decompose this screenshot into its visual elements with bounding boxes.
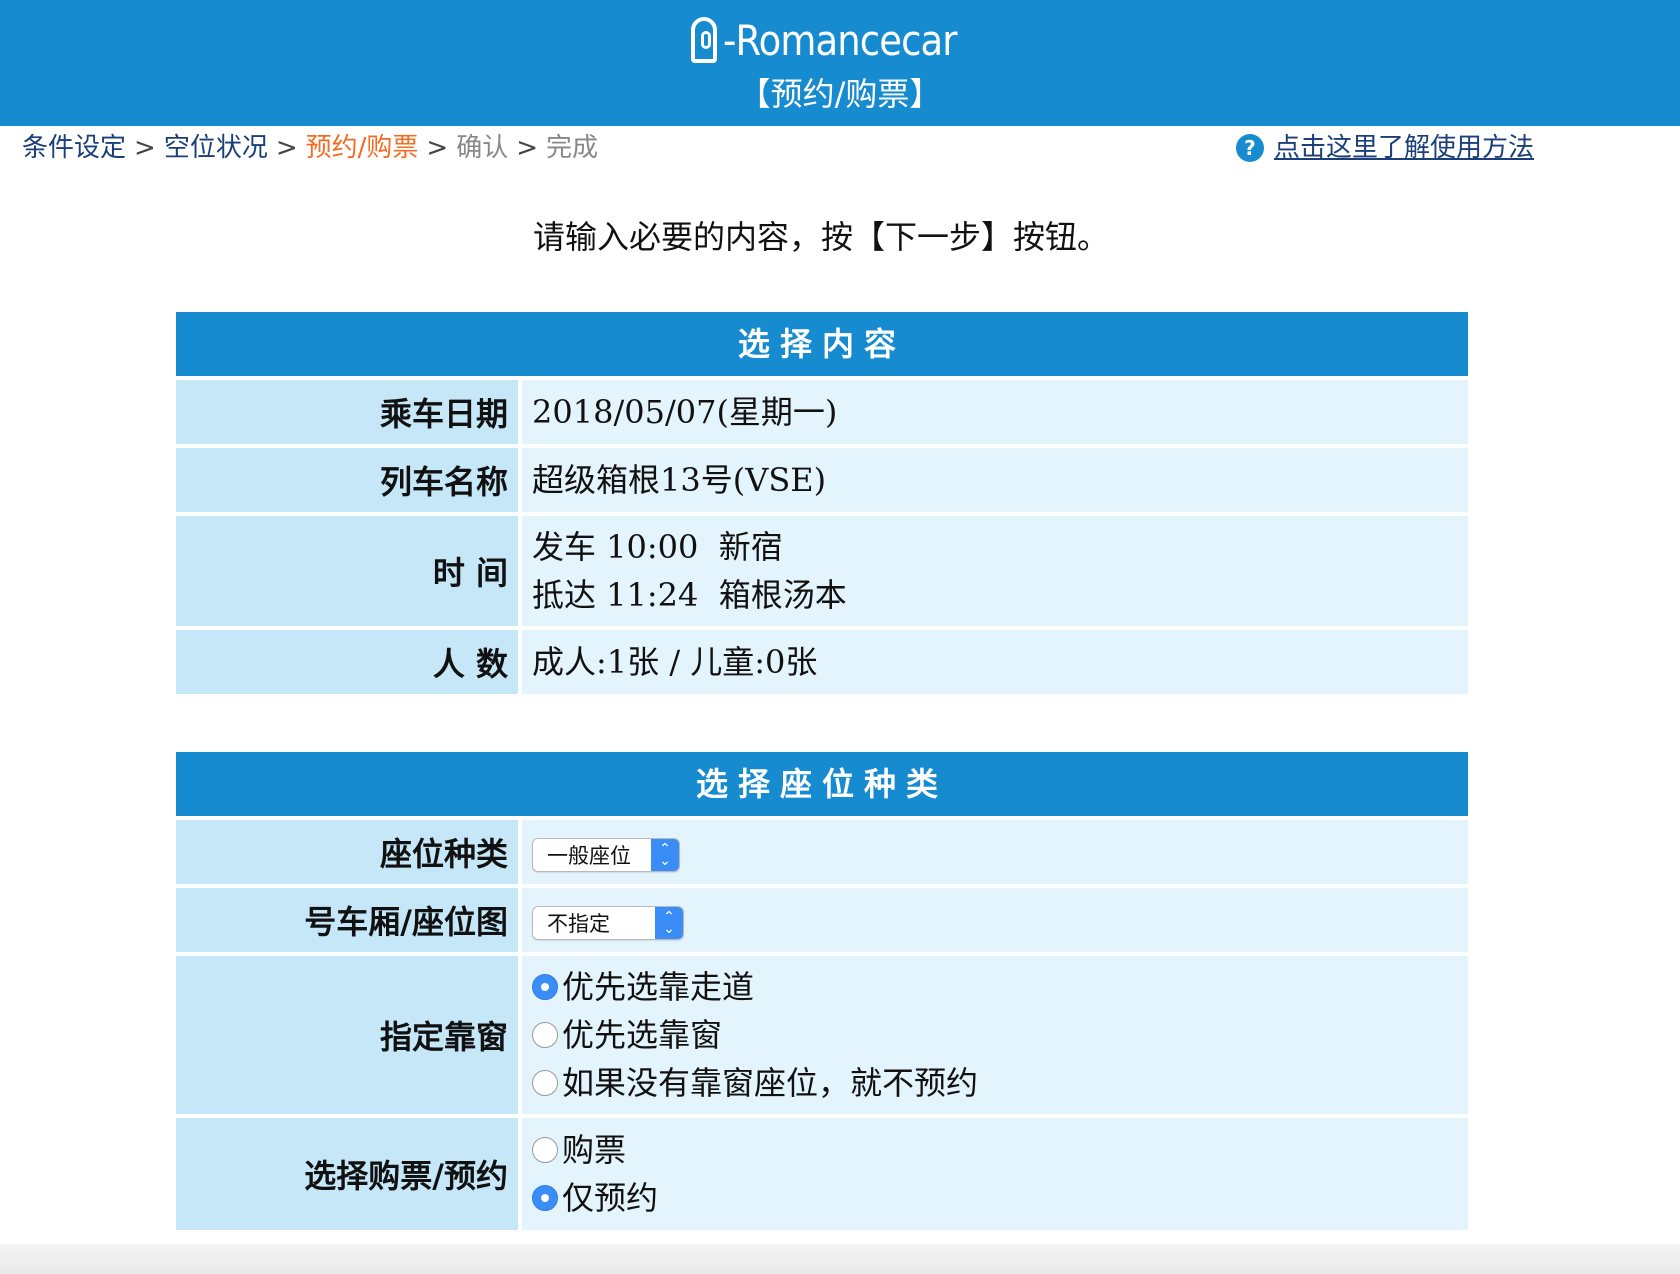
people-label: 人 数	[176, 630, 518, 694]
time-row: 时 间 发车 10:00 新宿 抵达 11:24 箱根汤本	[176, 516, 1468, 626]
e-logo-icon	[691, 17, 718, 63]
help-link[interactable]: 点击这里了解使用方法	[1274, 128, 1534, 168]
time-value-cell: 发车 10:00 新宿 抵达 11:24 箱根汤本	[522, 516, 1468, 626]
window-option-window[interactable]: 优先选靠窗	[532, 1011, 1468, 1059]
radio-label: 仅预约	[562, 1179, 659, 1217]
section-title: 选择座位种类	[176, 752, 1468, 816]
car-select[interactable]: 不指定 ⌃ ⌄	[532, 905, 684, 940]
breadcrumb-separator: >	[134, 133, 156, 163]
selection-section: 选择内容 乘车日期 2018/05/07(星期一) 列车名称 超级箱根13号(V…	[176, 312, 1468, 694]
window-row: 指定靠窗 优先选靠走道 优先选靠窗 如果没有靠窗座位，就不预约	[176, 956, 1468, 1114]
train-value-cell: 超级箱根13号(VSE)	[522, 448, 1468, 512]
window-options: 优先选靠走道 优先选靠窗 如果没有靠窗座位，就不预约	[522, 956, 1468, 1114]
train-label: 列车名称	[176, 448, 518, 512]
breadcrumb-step-reserve: 预约/购票	[305, 133, 419, 163]
purchase-label: 选择购票/预约	[176, 1118, 518, 1230]
breadcrumb-step-conditions: 条件设定	[22, 133, 127, 163]
seat-type-cell: 一般座位 ⌃ ⌄	[522, 820, 1468, 884]
radio-window[interactable]	[532, 1022, 558, 1048]
radio-label: 优先选靠走道	[562, 968, 755, 1006]
page-bottom-edge	[0, 1244, 1680, 1274]
question-icon[interactable]: ?	[1235, 134, 1264, 162]
page-subtitle: 【预约/购票】	[738, 75, 942, 113]
train-value: 超级箱根13号(VSE)	[532, 461, 827, 499]
people-value-cell: 成人:1张 / 儿童:0张	[522, 630, 1468, 694]
help-link-container[interactable]: ? 点击这里了解使用方法	[1235, 128, 1534, 168]
window-option-aisle[interactable]: 优先选靠走道	[532, 963, 1468, 1011]
date-value: 2018/05/07(星期一)	[532, 393, 838, 431]
breadcrumb-separator: >	[426, 133, 449, 163]
breadcrumb-step-confirm: 确认	[456, 133, 509, 163]
purchase-row: 选择购票/预约 购票 仅预约	[176, 1118, 1468, 1230]
breadcrumb-step-complete: 完成	[546, 133, 599, 163]
car-selected: 不指定	[547, 911, 610, 936]
section-title: 选择内容	[176, 312, 1468, 376]
train-row: 列车名称 超级箱根13号(VSE)	[176, 448, 1468, 512]
site-logo[interactable]: -Romancecar	[0, 12, 1680, 68]
date-row: 乘车日期 2018/05/07(星期一)	[176, 380, 1468, 444]
departure-value: 发车 10:00 新宿	[532, 528, 783, 566]
car-row: 号车厢/座位图 不指定 ⌃ ⌄	[176, 888, 1468, 952]
purchase-options: 购票 仅预约	[522, 1118, 1468, 1230]
seat-type-select[interactable]: 一般座位 ⌃ ⌄	[532, 837, 680, 872]
select-chevron-icon: ⌃ ⌄	[651, 838, 679, 871]
breadcrumb-separator: >	[516, 133, 538, 163]
radio-label: 购票	[562, 1131, 627, 1169]
window-option-none[interactable]: 如果没有靠窗座位，就不预约	[532, 1059, 1468, 1107]
purchase-option-buy[interactable]: 购票	[532, 1126, 1468, 1174]
people-row: 人 数 成人:1张 / 儿童:0张	[176, 630, 1468, 694]
seat-type-label: 座位种类	[176, 820, 518, 884]
window-label: 指定靠窗	[176, 956, 518, 1114]
breadcrumb: 条件设定 > 空位状况 > 预约/购票 > 确认 > 完成	[22, 128, 598, 168]
time-label: 时 间	[176, 516, 518, 626]
car-cell: 不指定 ⌃ ⌄	[522, 888, 1468, 952]
logo-text: -Romancecar	[723, 15, 957, 65]
seat-type-row: 座位种类 一般座位 ⌃ ⌄	[176, 820, 1468, 884]
radio-no-window-no-reserve[interactable]	[532, 1070, 558, 1096]
car-label: 号车厢/座位图	[176, 888, 518, 952]
seat-section: 选择座位种类 座位种类 一般座位 ⌃ ⌄ 号车厢/座位图 不指定 ⌃ ⌄ 指定靠窗	[176, 752, 1468, 1230]
radio-label: 如果没有靠窗座位，就不预约	[562, 1064, 979, 1102]
purchase-option-reserve-only[interactable]: 仅预约	[532, 1174, 1468, 1222]
arrival-value: 抵达 11:24 箱根汤本	[532, 576, 847, 614]
radio-reserve-only[interactable]	[532, 1185, 558, 1211]
date-value-cell: 2018/05/07(星期一)	[522, 380, 1468, 444]
instruction-text: 请输入必要的内容，按【下一步】按钮。	[532, 218, 1109, 256]
select-chevron-icon: ⌃ ⌄	[655, 906, 683, 939]
radio-aisle[interactable]	[532, 974, 558, 1000]
people-value: 成人:1张 / 儿童:0张	[532, 643, 818, 681]
breadcrumb-separator: >	[275, 133, 298, 163]
radio-buy[interactable]	[532, 1137, 558, 1163]
breadcrumb-step-availability: 空位状况	[163, 133, 268, 163]
seat-type-selected: 一般座位	[547, 843, 631, 868]
date-label: 乘车日期	[176, 380, 518, 444]
radio-label: 优先选靠窗	[562, 1016, 723, 1054]
site-header: -Romancecar 【预约/购票】	[0, 0, 1680, 126]
